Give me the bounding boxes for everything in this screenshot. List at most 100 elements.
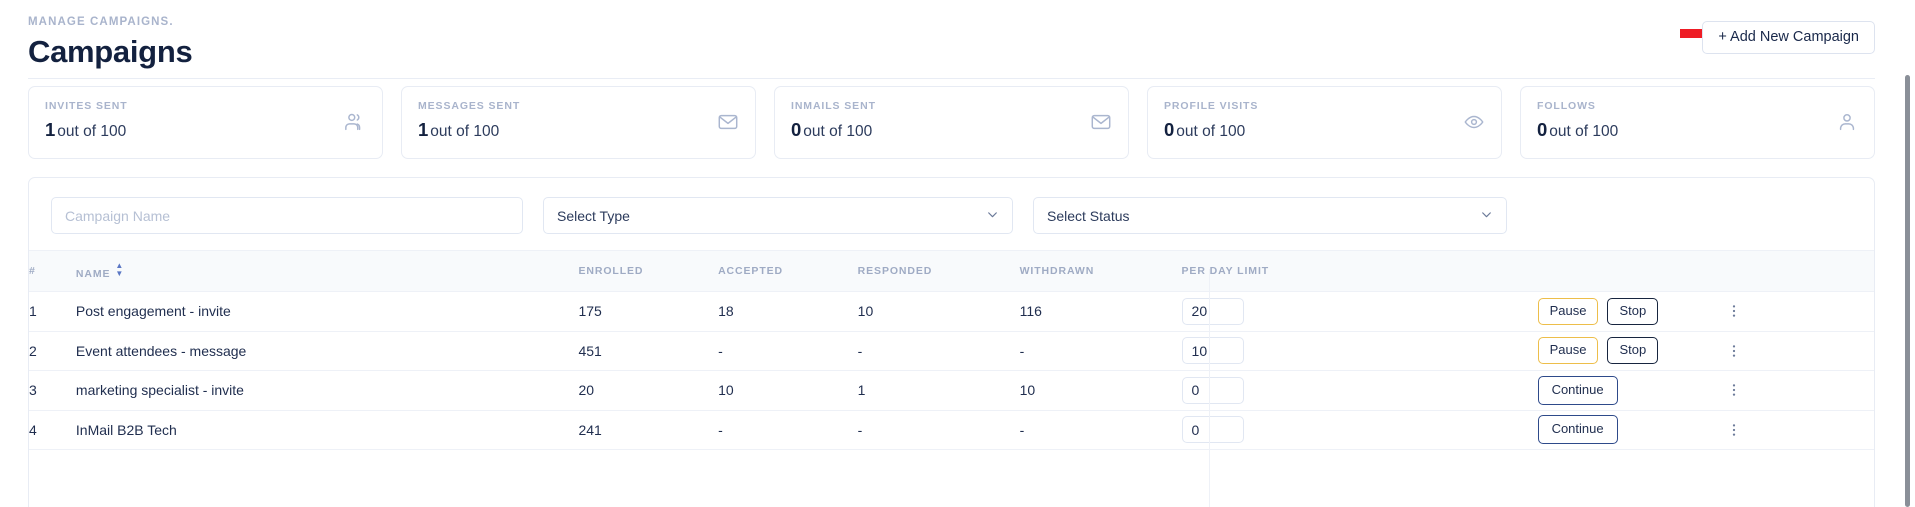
stat-number: 1 (418, 119, 429, 140)
stat-value: 0 out of 100 (1164, 119, 1485, 141)
select-status-value: Select Status (1047, 207, 1130, 224)
cell-name: Event attendees - message (75, 331, 579, 371)
stat-suffix: out of 100 (430, 123, 500, 140)
campaign-name-search-input[interactable] (51, 197, 523, 234)
column-header-actions (1449, 250, 1874, 292)
table-row[interactable]: 1 Post engagement - invite 175 18 10 116… (29, 291, 1874, 332)
column-header-name-label: NAME (75, 268, 111, 280)
stop-button[interactable]: Stop (1607, 337, 1659, 365)
more-options-icon[interactable] (1726, 303, 1742, 319)
cell-name: InMail B2B Tech (75, 410, 579, 450)
column-header-enrolled: ENROLLED (578, 250, 719, 292)
header-divider (28, 78, 1875, 79)
stat-value: 1 out of 100 (418, 119, 739, 141)
continue-button[interactable]: Continue (1537, 415, 1618, 445)
stat-value: 1 out of 100 (45, 119, 366, 141)
cell-actions: Continue (1449, 370, 1874, 411)
eye-icon (1463, 111, 1485, 138)
more-options-icon[interactable] (1726, 382, 1742, 398)
sort-updown-icon[interactable]: ▲ ▼ (115, 262, 124, 278)
stat-suffix: out of 100 (57, 123, 127, 140)
stat-label: PROFILE VISITS (1164, 100, 1259, 112)
vertical-scrollbar-thumb[interactable] (1905, 75, 1910, 507)
stat-value: 0 out of 100 (791, 119, 1112, 141)
cell-per-day-limit (1181, 370, 1450, 411)
per-day-limit-input[interactable] (1181, 416, 1244, 444)
people-icon (344, 111, 366, 138)
select-type-value: Select Type (557, 207, 630, 224)
cell-index: 1 (29, 291, 76, 332)
cell-per-day-limit (1181, 331, 1450, 371)
column-header-accepted: ACCEPTED (718, 250, 858, 292)
column-header-name[interactable]: NAME ▲ ▼ (75, 250, 579, 292)
cell-index: 3 (29, 370, 76, 411)
stop-button[interactable]: Stop (1607, 297, 1659, 325)
stat-number: 0 (791, 119, 802, 140)
table-header: # NAME ▲ ▼ ENROLLED ACCEPTED RESPONDED WIT… (29, 250, 1874, 292)
cell-actions: Continue (1449, 410, 1874, 450)
stat-suffix: out of 100 (803, 123, 873, 140)
stat-number: 0 (1164, 119, 1175, 140)
page-header: MANAGE CAMPAIGNS. Campaigns + Add New Ca… (0, 0, 1915, 78)
table-row[interactable]: 2 Event attendees - message 451 - - - Pa… (29, 331, 1874, 371)
cell-name: marketing specialist - invite (75, 370, 579, 411)
select-type-dropdown[interactable]: Select Type (543, 197, 1013, 234)
per-day-limit-input[interactable] (1181, 297, 1244, 325)
table-row[interactable]: 3 marketing specialist - invite 20 10 1 … (29, 370, 1874, 411)
table-body: 1 Post engagement - invite 175 18 10 116… (29, 291, 1874, 450)
breadcrumb-eyebrow: MANAGE CAMPAIGNS. (28, 16, 174, 28)
cell-accepted: - (718, 410, 858, 450)
cell-name: Post engagement - invite (75, 291, 579, 332)
cell-withdrawn: - (1019, 331, 1182, 371)
stat-card-profile-visits: PROFILE VISITS 0 out of 100 (1147, 86, 1502, 159)
add-new-campaign-button[interactable]: + Add New Campaign (1702, 21, 1875, 54)
table-row[interactable]: 4 InMail B2B Tech 241 - - - Continue (29, 410, 1874, 450)
continue-button[interactable]: Continue (1537, 375, 1618, 405)
column-header-withdrawn: WITHDRAWN (1019, 250, 1182, 292)
stat-card-messages-sent: MESSAGES SENT 1 out of 100 (401, 86, 756, 159)
stat-card-invites-sent: INVITES SENT 1 out of 100 (28, 86, 383, 159)
campaigns-page: MANAGE CAMPAIGNS. Campaigns + Add New Ca… (0, 0, 1915, 507)
cell-withdrawn: 10 (1019, 370, 1182, 411)
campaigns-panel: Select Type Select Status # NAME ▲▼ ENROL… (28, 177, 1875, 507)
campaigns-table: # NAME ▲ ▼ ENROLLED ACCEPTED RESPONDED WIT… (29, 250, 1874, 450)
chevron-down-icon (986, 208, 999, 224)
cell-withdrawn: - (1019, 410, 1182, 450)
cell-actions: Pause Stop (1449, 291, 1874, 332)
cell-enrolled: 451 (578, 331, 719, 371)
per-day-limit-input[interactable] (1181, 376, 1244, 404)
table-header-row: # NAME ▲ ▼ ENROLLED ACCEPTED RESPONDED WIT… (29, 250, 1874, 292)
cell-index: 2 (29, 331, 76, 371)
column-header-responded: RESPONDED (857, 250, 1020, 292)
envelope-icon (1090, 111, 1112, 138)
filter-bar: Select Type Select Status (29, 178, 1874, 250)
column-divider (1209, 269, 1210, 507)
row-actions: Pause Stop (1450, 337, 1874, 365)
cell-accepted: 10 (718, 370, 858, 411)
cell-responded: 10 (857, 291, 1020, 332)
stats-row: INVITES SENT 1 out of 100 MESSAGES SENT 1… (28, 86, 1875, 159)
stat-label: FOLLOWS (1537, 100, 1596, 112)
chevron-down-icon (1480, 208, 1493, 224)
row-actions: Continue (1450, 375, 1874, 405)
cell-per-day-limit (1181, 291, 1450, 332)
select-status-dropdown[interactable]: Select Status (1033, 197, 1507, 234)
pause-button[interactable]: Pause (1537, 297, 1599, 325)
cell-responded: 1 (857, 370, 1020, 411)
cell-per-day-limit (1181, 410, 1450, 450)
page-title: Campaigns (28, 34, 193, 69)
stat-card-follows: FOLLOWS 0 out of 100 (1520, 86, 1875, 159)
per-day-limit-input[interactable] (1181, 337, 1244, 365)
cell-responded: - (857, 410, 1020, 450)
more-options-icon[interactable] (1726, 343, 1742, 359)
stat-label: INVITES SENT (45, 100, 128, 112)
stat-suffix: out of 100 (1176, 123, 1246, 140)
stat-number: 0 (1537, 119, 1548, 140)
cell-accepted: - (718, 331, 858, 371)
cell-enrolled: 175 (578, 291, 719, 332)
vertical-scrollbar-track[interactable] (1900, 0, 1915, 507)
stat-card-inmails-sent: INMAILS SENT 0 out of 100 (774, 86, 1129, 159)
more-options-icon[interactable] (1726, 422, 1742, 438)
pause-button[interactable]: Pause (1537, 337, 1599, 365)
cell-enrolled: 241 (578, 410, 719, 450)
